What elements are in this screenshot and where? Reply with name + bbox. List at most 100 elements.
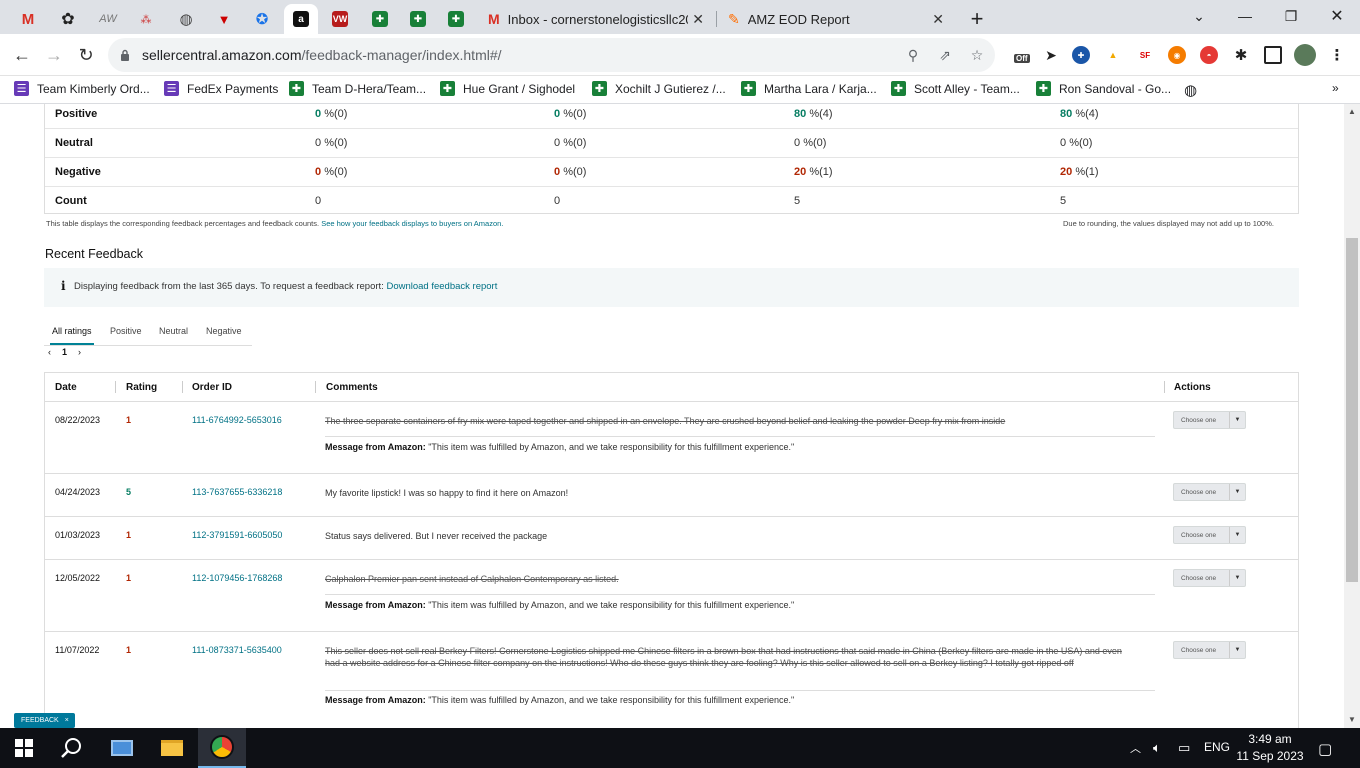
more-bookmarks-icon[interactable]: » <box>1332 81 1339 95</box>
bookmark-item[interactable]: ☰ Team Kimberly Ord... <box>14 81 150 96</box>
bookmark-item[interactable]: ✚ Hue Grant / Sighodel <box>440 81 575 96</box>
column-header-date[interactable]: Date <box>55 382 77 393</box>
feedback-widget[interactable]: FEEDBACK × <box>14 713 75 728</box>
bookmarks-bar: ☰ Team Kimberly Ord... ☰ FedEx Payments ✚ T… <box>0 76 1360 104</box>
sheets-icon: ✚ <box>592 81 607 96</box>
bookmark-item[interactable]: ✚ Scott Alley - Team... <box>891 81 1020 96</box>
table-row: 11/07/2022 1 111-0873371-5635400 This se… <box>45 632 1298 728</box>
sheets-icon: ✚ <box>410 11 426 27</box>
pinned-tab-amazon[interactable]: a <box>284 4 318 34</box>
forward-arrow-icon[interactable]: → <box>42 43 66 67</box>
feedback-rating: 1 <box>126 415 132 425</box>
order-id-link[interactable]: 112-1079456-1768268 <box>192 573 282 583</box>
puzzle-extensions-icon[interactable]: ✱ <box>1232 46 1250 64</box>
tab-all-ratings[interactable]: All ratings <box>50 326 94 345</box>
pinned-tab-ext2[interactable]: ⁂ <box>130 4 162 34</box>
restore-icon[interactable]: ❐ <box>1268 0 1314 32</box>
tab-neutral[interactable]: Neutral <box>159 326 188 336</box>
sheets-icon: ✚ <box>448 11 464 27</box>
summary-cell: 0 %(0) <box>1060 137 1093 149</box>
bookmark-item[interactable]: ✚ Martha Lara / Karja... <box>741 81 877 96</box>
pinned-tab-sheets1[interactable]: ✚ <box>364 4 396 34</box>
scroll-down-icon[interactable]: ▼ <box>1344 712 1360 726</box>
tab-negative[interactable]: Negative <box>206 326 242 336</box>
globe-icon[interactable]: ◍ <box>1184 81 1197 99</box>
pinned-tab-sheets2[interactable]: ✚ <box>402 4 434 34</box>
tab-gmail-inbox[interactable]: M Inbox - cornerstonelogisticsllc2023@gm… <box>478 4 714 34</box>
pinned-tab-ext4[interactable]: ✪ <box>246 4 278 34</box>
page-scrollbar[interactable]: ▲ ▼ <box>1344 104 1360 728</box>
pinned-tab-openai[interactable]: ✿ <box>52 4 84 34</box>
extension-icon[interactable]: ✚ <box>1072 46 1090 64</box>
next-page-icon[interactable]: › <box>78 347 81 357</box>
order-id-link[interactable]: 111-0873371-5635400 <box>192 645 282 655</box>
bookmark-item[interactable]: ☰ FedEx Payments <box>164 81 278 96</box>
scrollbar-thumb[interactable] <box>1346 238 1358 582</box>
tab-search-icon[interactable]: ⌄ <box>1176 0 1222 32</box>
zoom-icon[interactable]: ⚲ <box>904 46 922 64</box>
order-id-link[interactable]: 112-3791591-6605050 <box>192 530 282 540</box>
new-tab-button[interactable]: + <box>962 4 992 34</box>
volume-icon[interactable]: 🔈︎ <box>1153 740 1161 756</box>
scout-extension-icon[interactable]: ▲ <box>1104 46 1122 64</box>
close-window-icon[interactable]: ✕ <box>1314 0 1360 32</box>
tab-amz-eod-report[interactable]: ✎ AMZ EOD Report ✕ <box>718 4 954 34</box>
windows-start-icon[interactable] <box>0 728 48 768</box>
cursor-extension-icon[interactable]: ➤ <box>1042 46 1060 64</box>
tab-positive[interactable]: Positive <box>110 326 142 336</box>
extension-icon[interactable]: ◉ <box>1168 46 1186 64</box>
share-icon[interactable]: ⇗ <box>936 46 954 64</box>
close-icon[interactable]: ✕ <box>932 11 944 28</box>
close-icon[interactable]: × <box>65 717 69 724</box>
row-label: Count <box>55 195 87 207</box>
pinned-tab-ext[interactable]: AW <box>92 4 124 34</box>
notifications-icon[interactable]: ▢ <box>1318 740 1332 758</box>
system-clock[interactable]: 3:49 am 11 Sep 2023 <box>1234 731 1306 765</box>
back-arrow-icon[interactable]: ← <box>10 43 34 67</box>
bookmark-item[interactable]: ✚ Xochilt J Gutierez /... <box>592 81 726 96</box>
column-header-rating[interactable]: Rating <box>126 382 157 393</box>
page-number[interactable]: 1 <box>62 347 67 357</box>
pinned-tab-gmail[interactable]: M <box>12 4 44 34</box>
close-icon[interactable]: ✕ <box>692 11 704 28</box>
address-bar[interactable]: sellercentral.amazon.com/feedback-manage… <box>108 38 995 72</box>
minimize-icon[interactable]: — <box>1222 0 1268 32</box>
action-dropdown[interactable]: Choose one ▼ <box>1173 569 1246 587</box>
chevron-down-icon: ▼ <box>1229 570 1245 586</box>
summary-row-neutral: Neutral 0 %(0) 0 %(0) 0 %(0) 0 %(0) <box>45 129 1298 158</box>
feedback-display-link[interactable]: See how your feedback displays to buyers… <box>321 219 503 228</box>
prev-page-icon[interactable]: ‹ <box>48 347 51 357</box>
network-icon[interactable]: ▭ <box>1178 740 1190 756</box>
pinned-tab-globe[interactable]: ◍ <box>170 4 202 34</box>
file-explorer-icon[interactable] <box>148 728 196 768</box>
pinned-tab-ext3[interactable]: ▼ <box>208 4 240 34</box>
bookmark-star-icon[interactable]: ☆ <box>968 46 986 64</box>
action-dropdown[interactable]: Choose one ▼ <box>1173 526 1246 544</box>
alert-extension-icon[interactable]: SF <box>1136 46 1154 64</box>
order-id-link[interactable]: 113-7637655-6336218 <box>192 487 282 497</box>
extension-off-icon[interactable]: Off <box>1010 46 1032 64</box>
summary-cell: 0 %(0) <box>554 166 587 178</box>
avatar[interactable] <box>1294 44 1316 66</box>
language-indicator[interactable]: ENG <box>1204 740 1230 754</box>
action-dropdown[interactable]: Choose one ▼ <box>1173 483 1246 501</box>
pokeball-extension-icon[interactable]: ◓ <box>1200 46 1218 64</box>
download-report-link[interactable]: Download feedback report <box>386 281 497 292</box>
action-dropdown[interactable]: Choose one ▼ <box>1173 641 1246 659</box>
action-dropdown[interactable]: Choose one ▼ <box>1173 411 1246 429</box>
pinned-tab-sheets3[interactable]: ✚ <box>440 4 472 34</box>
desktop-icon[interactable] <box>98 728 146 768</box>
bookmark-item[interactable]: ✚ Team D-Hera/Team... <box>289 81 426 96</box>
search-icon[interactable] <box>48 728 96 768</box>
bookmark-item[interactable]: ✚ Ron Sandoval - Go... <box>1036 81 1171 96</box>
reload-icon[interactable]: ↻ <box>74 43 98 67</box>
scroll-up-icon[interactable]: ▲ <box>1344 104 1360 118</box>
more-menu-icon[interactable]: ⋮ <box>1328 46 1346 64</box>
chrome-icon[interactable] <box>198 728 246 768</box>
column-header-order-id[interactable]: Order ID <box>192 382 232 393</box>
column-divider <box>1164 381 1165 393</box>
side-panel-icon[interactable] <box>1264 46 1282 64</box>
chevron-up-icon[interactable]: ︿ <box>1130 740 1141 756</box>
pinned-tab-ww[interactable]: VW <box>324 4 356 34</box>
order-id-link[interactable]: 111-6764992-5653016 <box>192 415 282 425</box>
